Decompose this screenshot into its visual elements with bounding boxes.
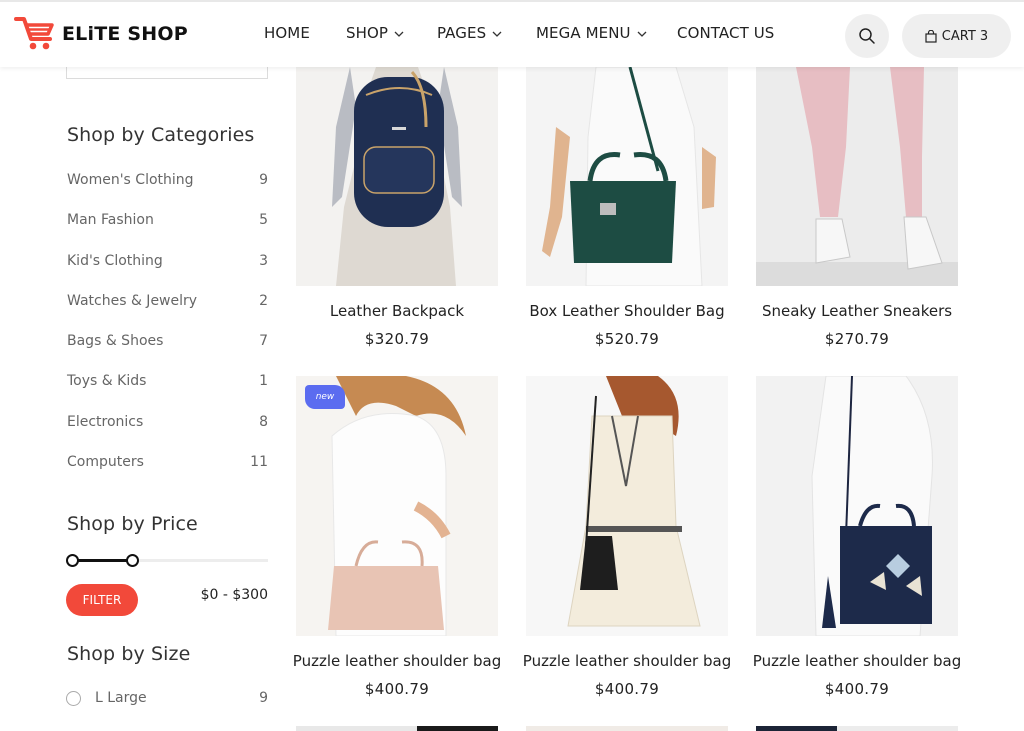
product-name[interactable]: Puzzle leather shoulder bag: [742, 652, 972, 670]
nav-pages[interactable]: PAGES: [437, 24, 536, 42]
product-name[interactable]: Leather Backpack: [282, 302, 512, 320]
nav-contact-us[interactable]: CONTACT US: [677, 24, 774, 42]
nav-pages-label: PAGES: [437, 24, 487, 42]
nav-shop-label: SHOP: [346, 24, 389, 42]
cart-label: CART 3: [941, 28, 989, 44]
product-image[interactable]: new: [296, 376, 498, 636]
category-item[interactable]: Toys & Kids 1: [67, 373, 268, 413]
price-title: Shop by Price: [67, 513, 198, 535]
product-image[interactable]: [296, 726, 498, 731]
product-name[interactable]: Puzzle leather shoulder bag: [512, 652, 742, 670]
product-name[interactable]: Box Leather Shoulder Bag: [512, 302, 742, 320]
category-label: Computers: [67, 454, 144, 471]
puzzle-bag-image: [811, 376, 933, 636]
product-image[interactable]: [756, 67, 958, 286]
category-item[interactable]: Watches & Jewelry 2: [67, 293, 268, 333]
price-slider-min-handle[interactable]: [66, 554, 79, 567]
product-name[interactable]: Puzzle leather shoulder bag: [282, 652, 512, 670]
category-count: 1: [259, 373, 268, 390]
category-count: 8: [259, 413, 268, 430]
price-slider-range: [72, 559, 133, 562]
category-label: Electronics: [67, 413, 144, 430]
size-option[interactable]: L Large 9: [66, 690, 268, 706]
category-count: 7: [259, 333, 268, 350]
brand-name: ELiTE SHOP: [62, 23, 188, 45]
search-icon: [859, 28, 875, 44]
category-item[interactable]: Man Fashion 5: [67, 212, 268, 252]
backpack-image: [332, 67, 462, 286]
category-label: Watches & Jewelry: [67, 292, 198, 309]
nav-contact-us-label: CONTACT US: [677, 24, 775, 42]
category-item[interactable]: Bags & Shoes 7: [67, 333, 268, 373]
category-label: Bags & Shoes: [67, 333, 164, 350]
product-image[interactable]: [526, 726, 728, 731]
product-price: $520.79: [594, 330, 660, 348]
chevron-down-icon: [492, 31, 502, 37]
nav-shop[interactable]: SHOP: [346, 24, 437, 42]
product-price: $400.79: [364, 680, 430, 698]
category-count: 9: [259, 172, 268, 188]
shopping-bag-icon: [925, 29, 937, 43]
sneakers-image: [756, 67, 958, 286]
category-label: Kid's Clothing: [67, 252, 163, 269]
product-image[interactable]: [526, 67, 728, 286]
pink-bag-image: [328, 376, 466, 636]
nav-mega-menu[interactable]: MEGA MENU: [536, 24, 677, 42]
product-image[interactable]: [756, 376, 958, 636]
filter-button[interactable]: FILTER: [66, 584, 138, 616]
product-image[interactable]: [296, 67, 498, 286]
nav-home[interactable]: HOME: [264, 24, 346, 42]
category-count: 11: [250, 454, 268, 471]
category-label: Man Fashion: [67, 212, 154, 229]
main-nav: HOME SHOP PAGES MEGA MENU CONTACT US: [264, 24, 774, 42]
product-price: $400.79: [824, 680, 890, 698]
category-count: 3: [259, 252, 268, 269]
chevron-down-icon: [637, 31, 647, 37]
category-item[interactable]: Electronics 8: [67, 414, 268, 454]
nav-mega-menu-label: MEGA MENU: [536, 24, 631, 42]
new-badge: new: [305, 385, 345, 409]
site-header: ELiTE SHOP HOME SHOP PAGES MEGA MENU CON…: [0, 0, 1024, 67]
product-price: $320.79: [364, 330, 430, 348]
product-name[interactable]: Sneaky Leather Sneakers: [742, 302, 972, 320]
category-item[interactable]: Computers 11: [67, 454, 268, 494]
product-image[interactable]: [526, 376, 728, 636]
product-image[interactable]: [756, 726, 958, 731]
product-price: $270.79: [824, 330, 890, 348]
search-button[interactable]: [845, 14, 889, 58]
nav-home-label: HOME: [264, 24, 310, 42]
size-title: Shop by Size: [67, 643, 191, 665]
bucket-bag-image: [567, 376, 701, 627]
category-item[interactable]: Women's Clothing 9: [67, 172, 268, 212]
category-list: Women's Clothing 9 Man Fashion 5 Kid's Clo…: [67, 172, 268, 494]
chevron-down-icon: [394, 31, 404, 37]
category-label: Toys & Kids: [67, 373, 147, 390]
size-radio[interactable]: [66, 690, 81, 706]
cart-logo-icon: [14, 17, 54, 50]
category-item[interactable]: Kid's Clothing 3: [67, 253, 268, 293]
brand-logo[interactable]: ELiTE SHOP: [14, 15, 188, 53]
shoulder-bag-image: [542, 67, 716, 286]
category-count: 2: [259, 292, 268, 309]
categories-title: Shop by Categories: [67, 124, 255, 146]
price-range-value: $0 - $300: [200, 587, 268, 603]
price-slider-max-handle[interactable]: [126, 554, 139, 567]
cart-button[interactable]: CART 3: [902, 14, 1011, 58]
size-label: L Large: [95, 690, 147, 706]
product-price: $400.79: [594, 680, 660, 698]
category-label: Women's Clothing: [67, 172, 194, 188]
category-count: 5: [259, 212, 268, 229]
size-count: 9: [259, 690, 268, 706]
